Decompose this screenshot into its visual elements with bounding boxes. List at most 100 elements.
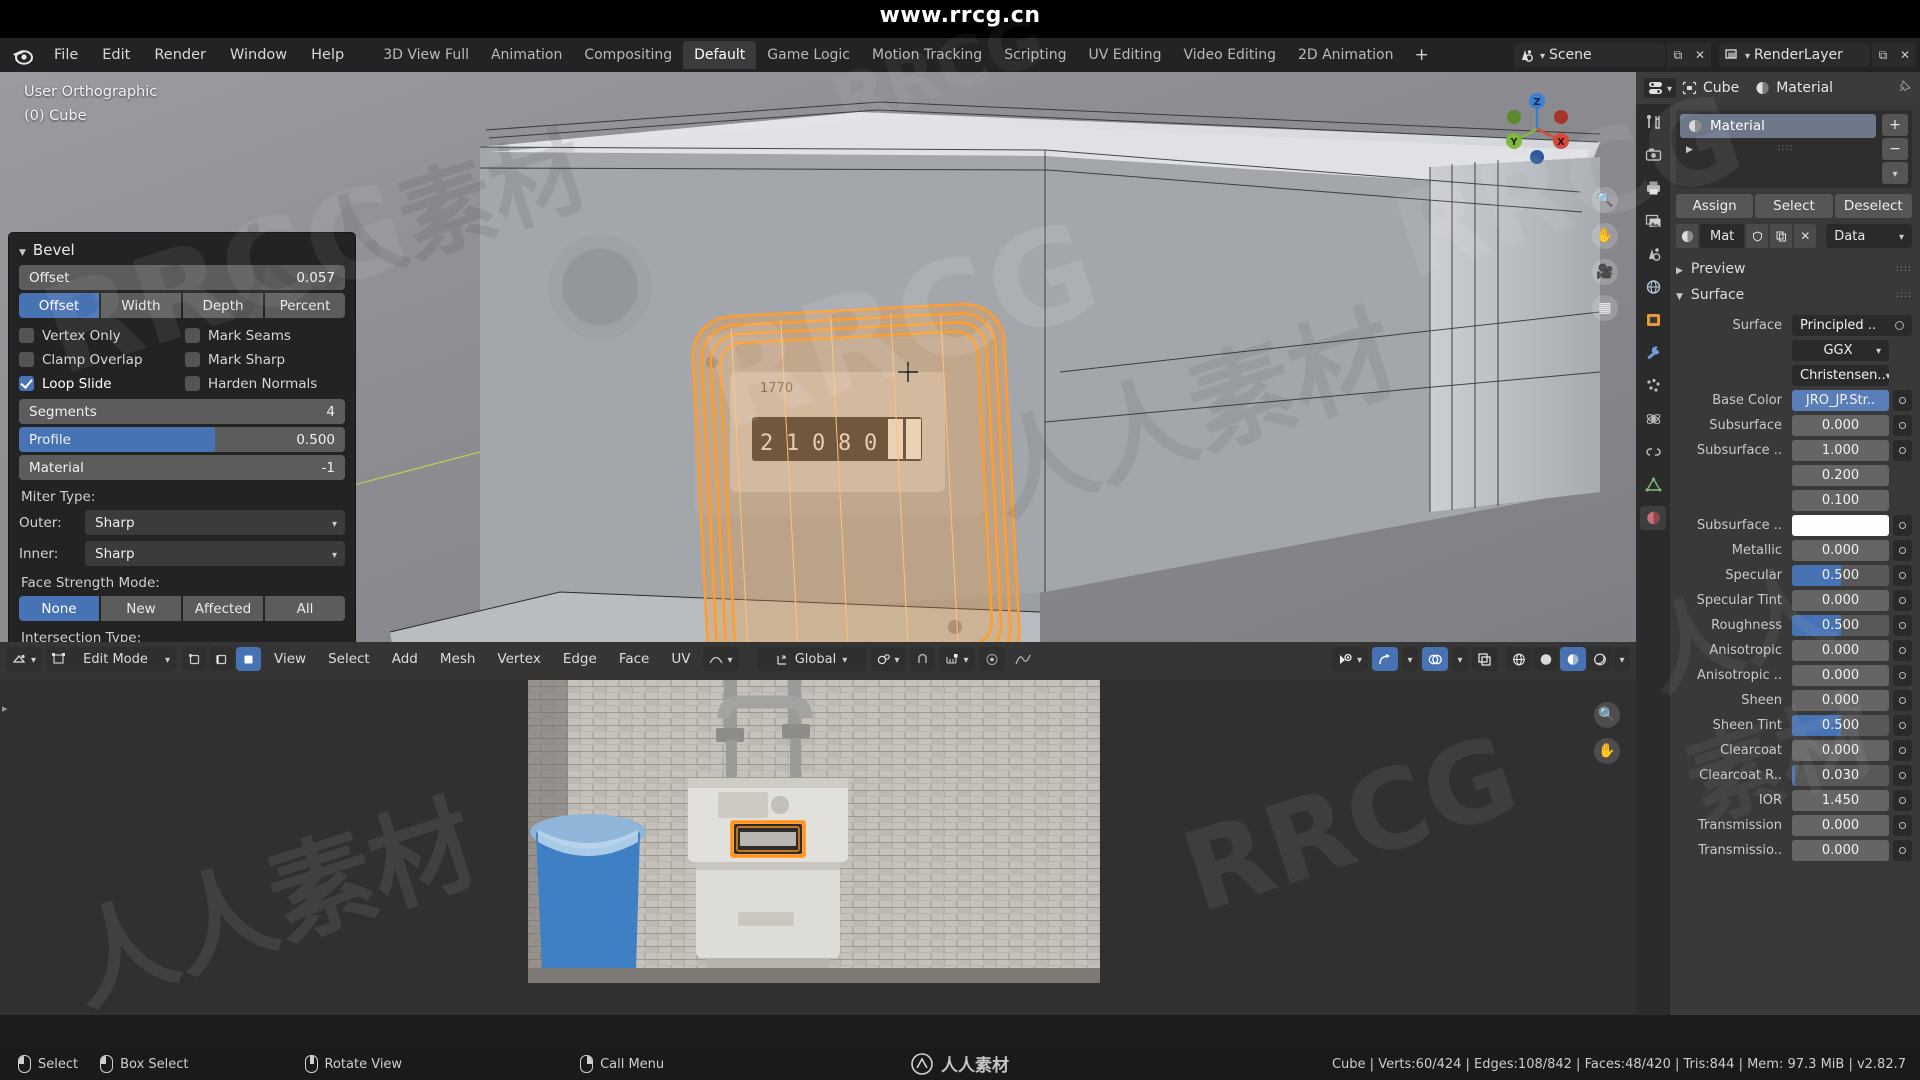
xray-icon[interactable] bbox=[1472, 647, 1498, 671]
blender-logo-icon[interactable] bbox=[10, 42, 36, 68]
close-icon[interactable]: ✕ bbox=[1794, 224, 1817, 248]
workspace-tab-default[interactable]: Default bbox=[683, 41, 757, 69]
offset-type-width[interactable]: Width bbox=[101, 293, 181, 318]
bevel-profile-field[interactable]: Profile 0.500 bbox=[19, 427, 345, 452]
pivot-icon[interactable] bbox=[870, 647, 906, 671]
remove-viewlayer-button[interactable]: ✕ bbox=[1894, 43, 1916, 67]
resize-grip-icon[interactable]: :::: bbox=[1777, 143, 1793, 152]
workspace-tab-scripting[interactable]: Scripting bbox=[993, 41, 1077, 69]
shading-material-icon[interactable] bbox=[1560, 647, 1586, 671]
workspace-tab-motion-tracking[interactable]: Motion Tracking bbox=[861, 41, 993, 69]
miter-outer-dropdown[interactable]: Sharp bbox=[85, 510, 345, 535]
animate-property-button[interactable] bbox=[1893, 440, 1912, 461]
prop-transmission-value[interactable]: 0.000 bbox=[1792, 815, 1889, 836]
animate-property-button[interactable] bbox=[1893, 615, 1912, 636]
animate-property-button[interactable] bbox=[1893, 815, 1912, 836]
prop-surface-shader-dropdown[interactable]: Principled .. bbox=[1792, 315, 1912, 336]
prop-specular-tint-value[interactable]: 0.000 bbox=[1792, 590, 1889, 611]
scene-selector[interactable]: Scene bbox=[1513, 43, 1665, 67]
bevel-material-field[interactable]: Material -1 bbox=[19, 455, 345, 480]
workspace-tab-compositing[interactable]: Compositing bbox=[573, 41, 683, 69]
deselect-button[interactable]: Deselect bbox=[1834, 194, 1912, 218]
remove-material-slot-button[interactable]: − bbox=[1882, 138, 1908, 160]
animate-property-button[interactable] bbox=[1893, 840, 1912, 861]
animate-property-button[interactable] bbox=[1893, 690, 1912, 711]
animate-property-button[interactable] bbox=[1893, 640, 1912, 661]
workspace-tab-game-logic[interactable]: Game Logic bbox=[756, 41, 861, 69]
grid-icon[interactable]: ▦ bbox=[1592, 295, 1618, 321]
animate-property-button[interactable] bbox=[1893, 565, 1912, 586]
uv-editor-body[interactable]: ▸ 🔍 ✋ bbox=[0, 680, 1636, 1015]
proportional-falloff-icon[interactable] bbox=[703, 647, 739, 671]
properties-body[interactable]: Material :::: + − Assign Select Deselect bbox=[1670, 104, 1920, 1015]
prop-sheen-value[interactable]: 0.000 bbox=[1792, 690, 1889, 711]
transform-orientation-selector[interactable]: Global bbox=[756, 647, 867, 671]
face-select-icon[interactable] bbox=[236, 647, 262, 671]
properties-tab-material[interactable] bbox=[1640, 506, 1666, 530]
material-link-selector[interactable]: Data bbox=[1826, 224, 1912, 248]
checkbox-harden-normals[interactable]: Harden Normals bbox=[185, 373, 345, 394]
animate-property-button[interactable] bbox=[1893, 790, 1912, 811]
viewport-menu-view[interactable]: View bbox=[265, 648, 315, 670]
shield-icon[interactable] bbox=[1746, 224, 1769, 248]
visibility-icon[interactable] bbox=[1331, 647, 1368, 671]
assign-button[interactable]: Assign bbox=[1676, 194, 1754, 218]
overlays-icon[interactable] bbox=[1422, 647, 1448, 671]
workspace-tab-uv-editing[interactable]: UV Editing bbox=[1077, 41, 1172, 69]
material-datablock-name[interactable]: Mat bbox=[1700, 224, 1745, 248]
add-material-slot-button[interactable]: + bbox=[1882, 114, 1908, 136]
checkbox-mark-sharp[interactable]: Mark Sharp bbox=[185, 349, 345, 370]
chevron-right-icon[interactable] bbox=[1686, 141, 1693, 155]
offset-type-depth[interactable]: Depth bbox=[183, 293, 263, 318]
falloff-curve-icon[interactable] bbox=[1009, 647, 1037, 671]
animate-property-button[interactable] bbox=[1893, 515, 1912, 536]
prop-subsurface-radius-y[interactable]: 0.200 bbox=[1792, 465, 1889, 486]
pan-hand-icon[interactable]: ✋ bbox=[1592, 223, 1618, 249]
properties-tab-constraint[interactable] bbox=[1640, 440, 1666, 464]
gizmo-icon[interactable] bbox=[1372, 647, 1398, 671]
viewport-menu-face[interactable]: Face bbox=[610, 648, 659, 670]
breadcrumb-object-name[interactable]: Cube bbox=[1703, 80, 1739, 96]
miter-inner-dropdown[interactable]: Sharp bbox=[85, 541, 345, 566]
menu-window[interactable]: Window bbox=[218, 43, 299, 67]
add-workspace-button[interactable]: + bbox=[1404, 43, 1438, 67]
pin-icon[interactable] bbox=[1898, 79, 1912, 97]
animate-property-button[interactable] bbox=[1893, 590, 1912, 611]
copy-icon[interactable] bbox=[1770, 224, 1793, 248]
edge-select-icon[interactable] bbox=[209, 647, 235, 671]
mode-selector[interactable]: Edit Mode bbox=[46, 647, 177, 671]
prop-metallic-value[interactable]: 0.000 bbox=[1792, 540, 1889, 561]
uv-image-canvas[interactable] bbox=[528, 680, 1100, 983]
face-strength-affected[interactable]: Affected bbox=[183, 596, 263, 621]
bevel-segments-field[interactable]: Segments 4 bbox=[19, 399, 345, 424]
viewport-menu-edge[interactable]: Edge bbox=[554, 648, 606, 670]
animate-property-button[interactable] bbox=[1893, 665, 1912, 686]
offset-type-offset[interactable]: Offset bbox=[19, 293, 99, 318]
viewport-menu-add[interactable]: Add bbox=[383, 648, 427, 670]
animate-property-button[interactable] bbox=[1893, 715, 1912, 736]
uv-zoom-icon[interactable]: 🔍 bbox=[1594, 702, 1620, 728]
prop-subsurface-method-dropdown[interactable]: Christensen.. bbox=[1792, 365, 1889, 386]
animate-property-button[interactable] bbox=[1893, 765, 1912, 786]
prop-base-color-texture[interactable]: JRO_JP.Str.. bbox=[1792, 390, 1889, 411]
prop-subsurface-radius-z[interactable]: 0.100 bbox=[1792, 490, 1889, 511]
properties-tab-viewlayer[interactable] bbox=[1640, 209, 1666, 233]
resize-grip-icon[interactable]: :::: bbox=[1896, 264, 1912, 273]
checkbox-vertex-only[interactable]: Vertex Only bbox=[19, 325, 179, 346]
checkbox-mark-seams[interactable]: Mark Seams bbox=[185, 325, 345, 346]
prop-clearcoat-roughness-slider[interactable]: 0.030 bbox=[1792, 765, 1889, 786]
camera-icon[interactable]: 🎥 bbox=[1592, 259, 1618, 285]
workspace-tab-video-editing[interactable]: Video Editing bbox=[1173, 41, 1287, 69]
prop-clearcoat-value[interactable]: 0.000 bbox=[1792, 740, 1889, 761]
workspace-tab-animation[interactable]: Animation bbox=[480, 41, 573, 69]
overlay-options-chevron-icon[interactable] bbox=[1452, 647, 1468, 671]
bevel-panel-header[interactable]: Bevel bbox=[9, 233, 355, 265]
animate-property-button[interactable] bbox=[1893, 540, 1912, 561]
checkbox-clamp-overlap[interactable]: Clamp Overlap bbox=[19, 349, 179, 370]
prop-subsurface-radius-x[interactable]: 1.000 bbox=[1792, 440, 1889, 461]
material-slot-row[interactable]: Material bbox=[1680, 114, 1876, 138]
animate-property-button[interactable] bbox=[1893, 415, 1912, 436]
animate-property-button[interactable] bbox=[1893, 740, 1912, 761]
viewport-menu-uv[interactable]: UV bbox=[662, 648, 699, 670]
face-strength-none[interactable]: None bbox=[19, 596, 99, 621]
